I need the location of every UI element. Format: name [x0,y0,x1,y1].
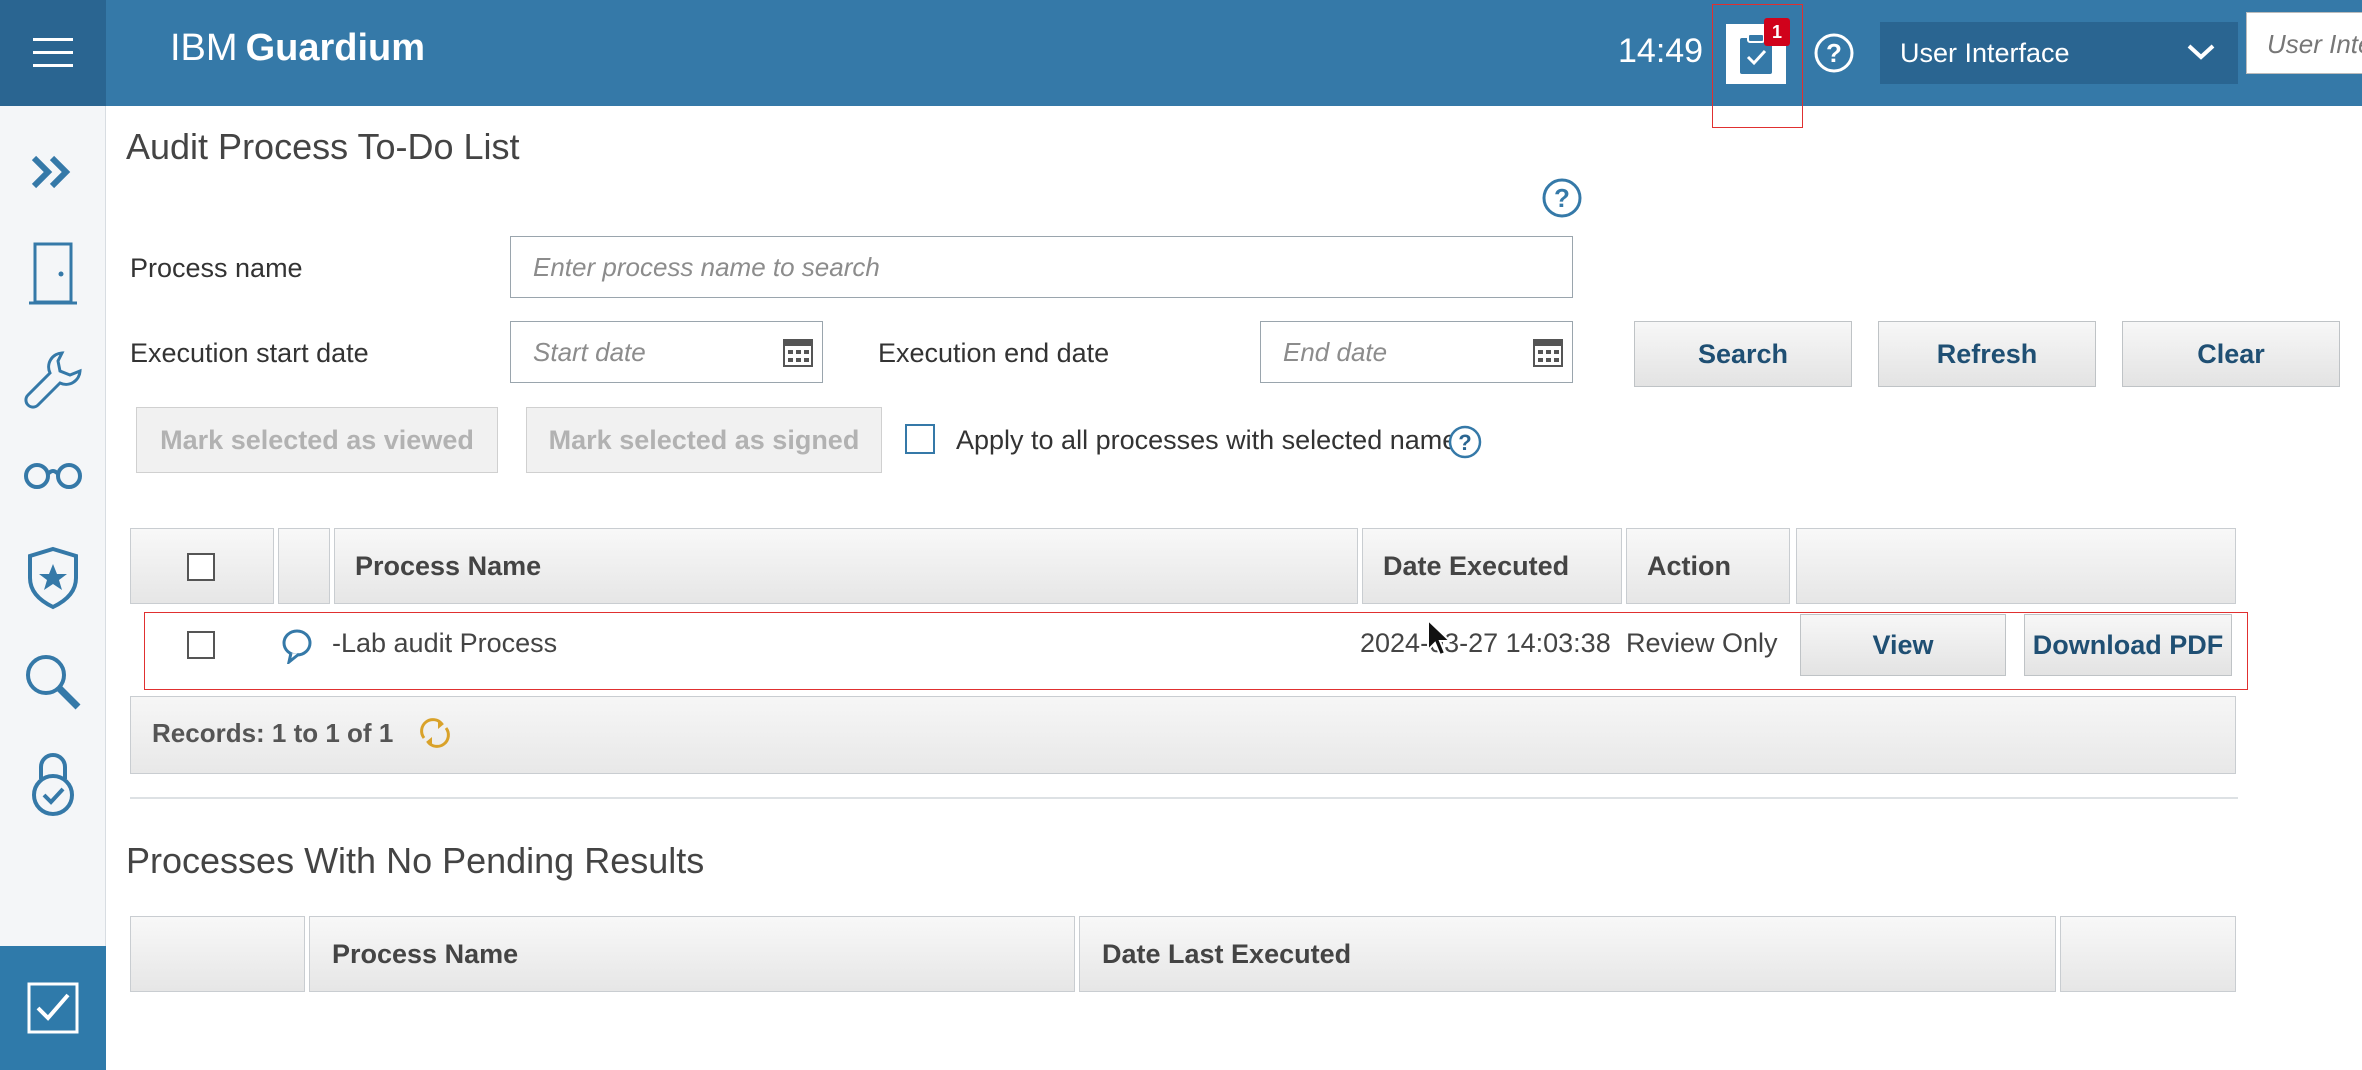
expand-icon [31,155,71,189]
search-icon [26,655,81,710]
sidebar-item-tools[interactable] [0,330,106,430]
header-action: Action [1626,528,1790,604]
header-icon-cell [278,528,330,604]
ui-search-input[interactable]: User Inte [2246,12,2362,74]
glasses-icon [24,463,82,489]
header-date-executed[interactable]: Date Executed [1362,528,1622,604]
chevron-down-icon [2187,44,2215,60]
records-count: Records: 1 to 1 of 1 [152,718,394,748]
end-date-label: Execution end date [878,338,1110,368]
start-date-input[interactable]: Start date [510,321,823,383]
help-icon[interactable]: ? [1540,176,1584,220]
section-divider [130,797,2238,799]
refresh-button[interactable]: Refresh [1878,321,2096,387]
hamburger-menu-button[interactable] [0,0,106,106]
download-pdf-button[interactable]: Download PDF [2024,614,2232,676]
app-brand: IBM Guardium [170,22,425,74]
sidebar-item-todo[interactable] [0,946,106,1070]
wrench-icon [24,351,82,409]
clock: 14:49 [1618,32,1704,70]
brand-name: Guardium [245,27,426,69]
mark-viewed-button[interactable]: Mark selected as viewed [136,407,498,473]
no-pending-header-date-last-executed[interactable]: Date Last Executed [1079,916,2056,992]
row-process-name: -Lab audit Process [332,628,558,658]
left-sidebar [0,106,106,1070]
door-icon [29,242,77,305]
sidebar-item-comply[interactable] [0,734,106,834]
no-pending-header-actions [2060,916,2236,992]
comment-icon[interactable] [280,628,316,664]
end-date-placeholder: End date [1283,337,1388,367]
header-empty-cell [1796,528,2236,604]
sidebar-item-investigate[interactable] [0,632,106,732]
select-all-checkbox[interactable] [187,553,215,581]
apply-all-checkbox[interactable] [905,424,935,454]
row-action: Review Only [1626,628,1778,658]
search-button[interactable]: Search [1634,321,1852,387]
view-button[interactable]: View [1800,614,2006,676]
end-date-input[interactable]: End date [1260,321,1573,383]
header-process-name[interactable]: Process Name [334,528,1358,604]
svg-text:?: ? [1826,38,1842,68]
start-date-label: Execution start date [130,338,369,368]
help-icon[interactable]: ? [1448,425,1482,459]
start-date-placeholder: Start date [533,337,646,367]
calendar-icon[interactable] [782,336,814,368]
checklist-icon [27,982,79,1034]
help-icon[interactable]: ? [1812,31,1856,75]
brand-prefix: IBM [170,27,238,69]
todo-count-badge: 1 [1764,18,1790,46]
apply-all-label: Apply to all processes with selected nam… [956,425,1458,455]
clear-button[interactable]: Clear [2122,321,2340,387]
shield-star-icon [28,546,78,610]
sidebar-item-door[interactable] [0,224,106,324]
no-pending-header-empty [130,916,305,992]
mark-signed-button[interactable]: Mark selected as signed [526,407,882,473]
ui-select-value: User Interface [1900,37,2070,68]
calendar-icon[interactable] [1532,336,1564,368]
no-pending-title: Processes With No Pending Results [126,840,705,881]
sidebar-item-protect[interactable] [0,528,106,628]
mouse-cursor-icon [1427,618,1452,657]
process-name-input[interactable]: Enter process name to search [510,236,1573,298]
svg-text:?: ? [1554,183,1570,213]
page-title: Audit Process To-Do List [126,126,520,167]
top-header: IBM Guardium 14:49 1 ? User Interface Use… [0,0,2362,128]
sidebar-item-monitor[interactable] [0,424,106,524]
refresh-arrows-icon[interactable] [418,716,452,750]
row-checkbox[interactable] [187,631,215,659]
process-name-label: Process name [130,253,303,283]
sidebar-item-expand[interactable] [0,122,106,222]
menu-icon [33,38,73,67]
no-pending-header-process-name[interactable]: Process Name [309,916,1075,992]
row-date-executed: 2024-03-27 14:03:38 [1360,628,1611,658]
user-interface-select[interactable]: User Interface [1880,22,2238,84]
lock-check-icon [32,753,74,816]
svg-text:?: ? [1458,430,1471,455]
